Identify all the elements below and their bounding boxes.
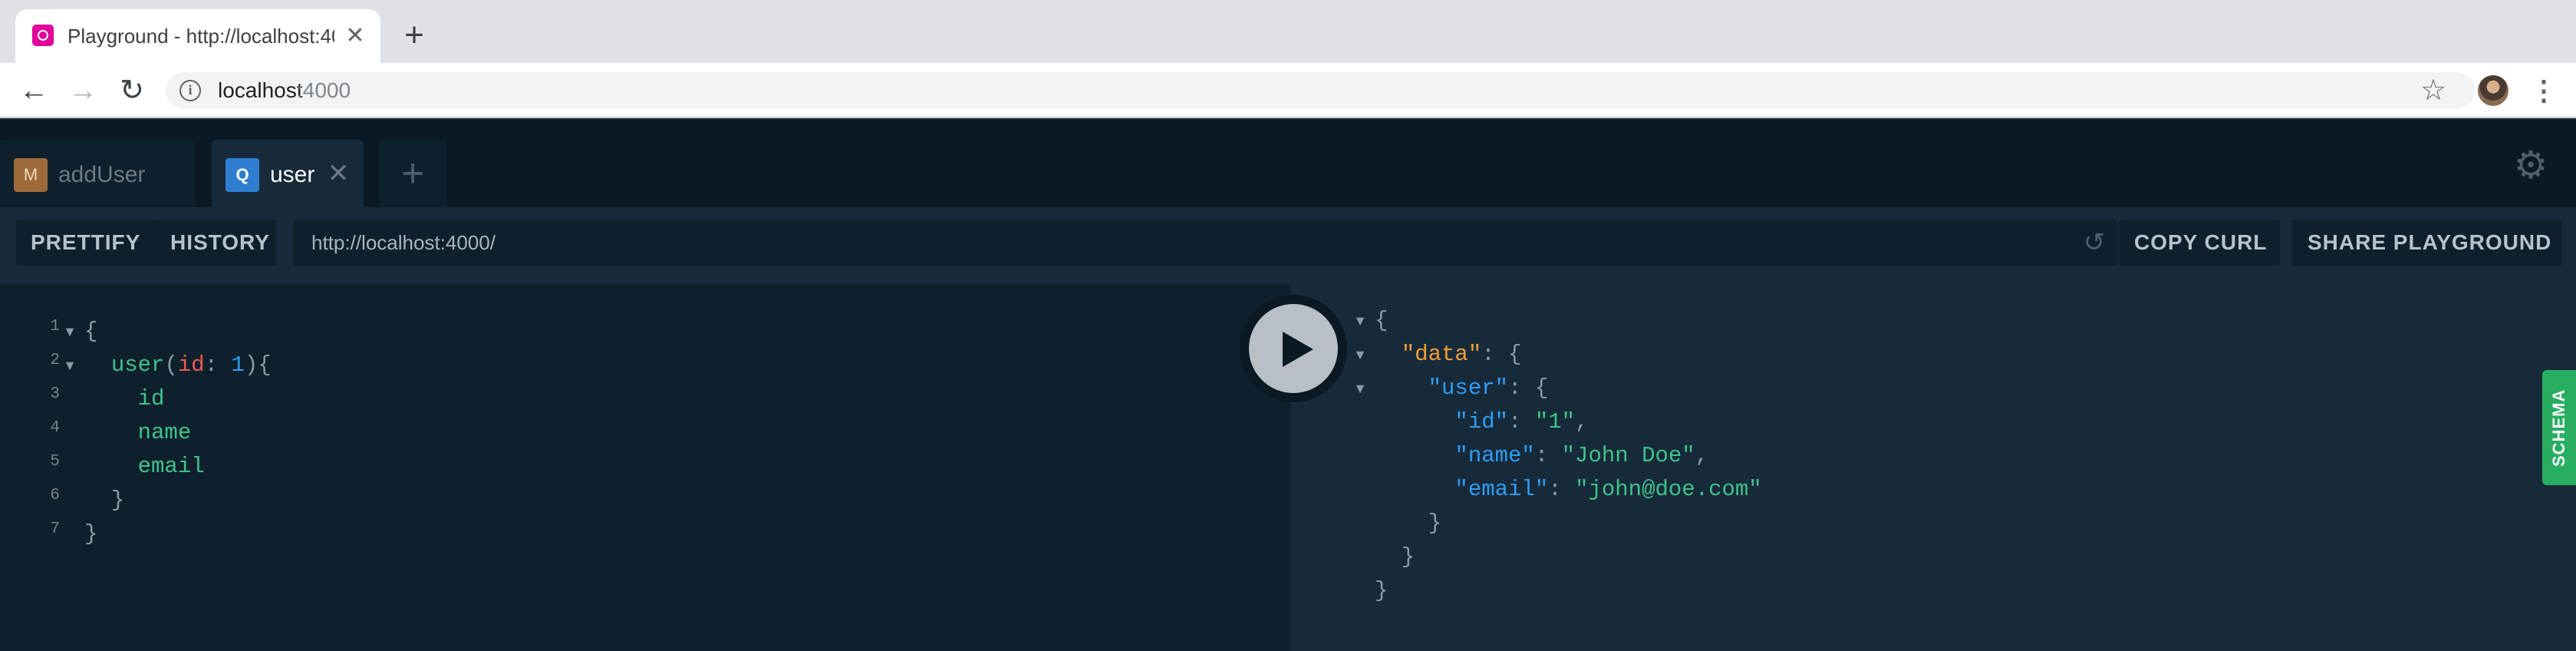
query-arg-name: id xyxy=(177,352,205,378)
tab-adduser-label: addUser xyxy=(58,162,146,187)
fold-arrow-icon[interactable]: ▼ xyxy=(61,358,78,374)
fold-arrow-icon[interactable]: ▼ xyxy=(1352,381,1369,397)
code-line: } xyxy=(1375,578,1388,603)
mutation-badge: M xyxy=(14,158,48,192)
graphql-favicon-icon xyxy=(32,25,54,46)
code-line: { xyxy=(1375,308,1388,333)
settings-gear-icon[interactable]: ⚙ xyxy=(2512,146,2550,184)
code-line: } xyxy=(1375,511,1442,536)
endpoint-url-input[interactable] xyxy=(293,220,2117,266)
prettify-button[interactable]: PRETTIFY xyxy=(15,220,161,266)
query-field: user xyxy=(110,352,165,378)
new-tab-plus-icon[interactable]: + xyxy=(397,18,431,52)
fold-arrow-icon[interactable]: ▼ xyxy=(61,324,78,340)
plus-icon[interactable]: + xyxy=(396,154,430,193)
code-line: "user": { xyxy=(1428,375,1549,401)
browser-menu-icon[interactable]: ⋮ xyxy=(2527,74,2561,107)
query-badge: Q xyxy=(226,158,259,192)
browser-tab-close-icon[interactable]: ✕ xyxy=(342,23,368,49)
info-icon[interactable]: i xyxy=(180,80,201,101)
tab-user-label: user xyxy=(270,162,315,187)
url-port: :4000 xyxy=(297,78,351,102)
line-number: 1 xyxy=(50,318,60,335)
code-line: user(id: 1){ xyxy=(110,352,272,378)
address-bar[interactable] xyxy=(166,72,2475,109)
history-button[interactable]: HISTORY xyxy=(153,220,276,266)
back-arrow-icon[interactable]: ← xyxy=(15,72,52,109)
result-json: { "data": { "user": { "id": "1", "name":… xyxy=(1375,304,1762,608)
line-number: 7 xyxy=(50,520,60,538)
browser-tab-strip xyxy=(0,0,2576,63)
code-line: "id": "1", xyxy=(1454,409,1589,435)
code-line: name xyxy=(137,420,192,445)
refresh-schema-icon[interactable]: ↺ xyxy=(2079,227,2110,258)
fold-arrow-icon[interactable]: ▼ xyxy=(1352,313,1369,329)
code-line: id xyxy=(137,386,165,411)
tab-close-icon[interactable]: ✕ xyxy=(325,158,351,189)
url-host: localhost xyxy=(218,78,303,102)
line-number: 3 xyxy=(50,385,60,403)
fold-arrow-icon[interactable]: ▼ xyxy=(1352,347,1369,363)
query-text: { user(id: 1){ id name email }} xyxy=(84,315,272,551)
code-line: "name": "John Doe", xyxy=(1454,443,1709,468)
browser-tab-title: Playground - http://localhost:4000 xyxy=(68,25,334,48)
code-line: } xyxy=(84,521,98,547)
play-icon[interactable] xyxy=(1283,332,1313,367)
code-line: "data": { xyxy=(1401,342,1522,367)
share-playground-button[interactable]: SHARE PLAYGROUND xyxy=(2292,220,2562,266)
schema-tab-label[interactable]: SCHEMA xyxy=(2542,370,2576,485)
line-number: 4 xyxy=(50,419,60,437)
line-number: 2 xyxy=(50,352,60,369)
bookmark-star-icon[interactable]: ☆ xyxy=(2416,74,2450,107)
code-line: "email": "john@doe.com" xyxy=(1454,477,1762,502)
line-number: 6 xyxy=(50,487,60,504)
profile-avatar[interactable] xyxy=(2478,75,2508,106)
code-line: { xyxy=(84,319,98,344)
copy-curl-button[interactable]: COPY CURL xyxy=(2119,220,2280,266)
line-number: 5 xyxy=(50,453,60,471)
code-line: } xyxy=(110,487,125,513)
code-line: } xyxy=(1375,544,1415,570)
code-line: email xyxy=(137,454,205,479)
reload-icon[interactable]: ↻ xyxy=(114,72,150,109)
forward-arrow-icon[interactable]: → xyxy=(64,72,101,109)
query-arg-value: 1 xyxy=(231,352,245,378)
